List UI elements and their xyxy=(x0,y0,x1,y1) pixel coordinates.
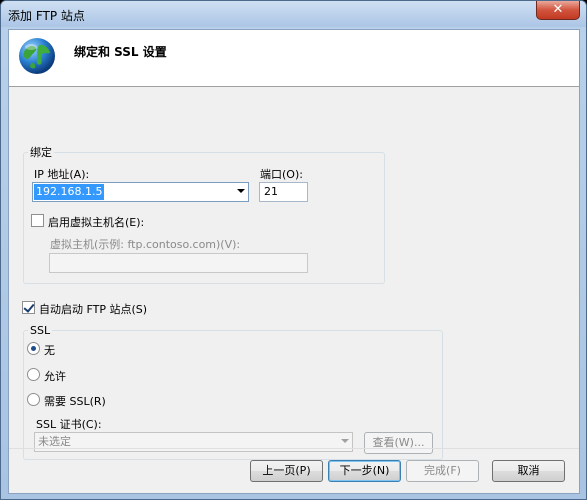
auto-start-label[interactable]: 自动启动 FTP 站点(S) xyxy=(39,301,147,317)
ssl-legend: SSL xyxy=(30,324,51,337)
dropdown-arrow-icon[interactable] xyxy=(237,189,245,193)
window-title: 添加 FTP 站点 xyxy=(8,9,85,23)
virtual-host-input[interactable] xyxy=(49,253,308,273)
close-button[interactable]: ✕ xyxy=(536,1,580,20)
virtual-host-checkbox-label[interactable]: 启用虚拟主机名(E): xyxy=(48,214,144,230)
ip-address-label: IP 地址(A): xyxy=(34,168,90,181)
dialog-client-area: 绑定和 SSL 设置 绑定 IP 地址(A): 192.168.1.5 端口(O… xyxy=(8,29,580,494)
ip-address-combobox[interactable]: 192.168.1.5 xyxy=(32,182,249,202)
footer-divider xyxy=(9,448,579,449)
dropdown-arrow-icon[interactable] xyxy=(341,439,349,443)
port-label: 端口(O): xyxy=(260,168,303,181)
ssl-require-label[interactable]: 需要 SSL(R) xyxy=(44,393,106,409)
ssl-none-radio[interactable] xyxy=(27,342,40,355)
ssl-certificate-label: SSL 证书(C): xyxy=(36,418,102,431)
ssl-allow-radio[interactable] xyxy=(27,368,40,381)
ip-address-value: 192.168.1.5 xyxy=(34,184,105,200)
dialog-window: 添加 FTP 站点 ✕ 绑定和 SSL 设置 绑定 IP 地址(A): 192.… xyxy=(0,0,587,500)
port-input[interactable]: 21 xyxy=(259,182,308,202)
previous-button[interactable]: 上一页(P) xyxy=(250,460,323,482)
cancel-button[interactable]: 取消 xyxy=(492,460,565,482)
ssl-certificate-combobox[interactable]: 未选定 xyxy=(34,432,353,452)
next-button[interactable]: 下一步(N) xyxy=(328,460,401,482)
view-certificate-button[interactable]: 查看(W)... xyxy=(364,432,433,454)
wizard-content: 绑定 IP 地址(A): 192.168.1.5 端口(O): 21 启用虚拟主… xyxy=(9,88,579,460)
binding-legend: 绑定 xyxy=(30,146,52,159)
title-bar[interactable]: 添加 FTP 站点 ✕ xyxy=(1,1,586,27)
ssl-none-label[interactable]: 无 xyxy=(44,342,55,358)
finish-button[interactable]: 完成(F) xyxy=(406,460,479,482)
ssl-require-radio[interactable] xyxy=(27,393,40,406)
wizard-header: 绑定和 SSL 设置 xyxy=(9,30,579,87)
auto-start-checkbox[interactable] xyxy=(22,301,35,314)
virtual-host-checkbox[interactable] xyxy=(31,214,44,227)
globe-icon xyxy=(19,38,55,74)
ssl-allow-label[interactable]: 允许 xyxy=(44,368,66,384)
page-title: 绑定和 SSL 设置 xyxy=(74,45,167,59)
virtual-host-label: 虚拟主机(示例: ftp.contoso.com)(V): xyxy=(50,238,241,251)
